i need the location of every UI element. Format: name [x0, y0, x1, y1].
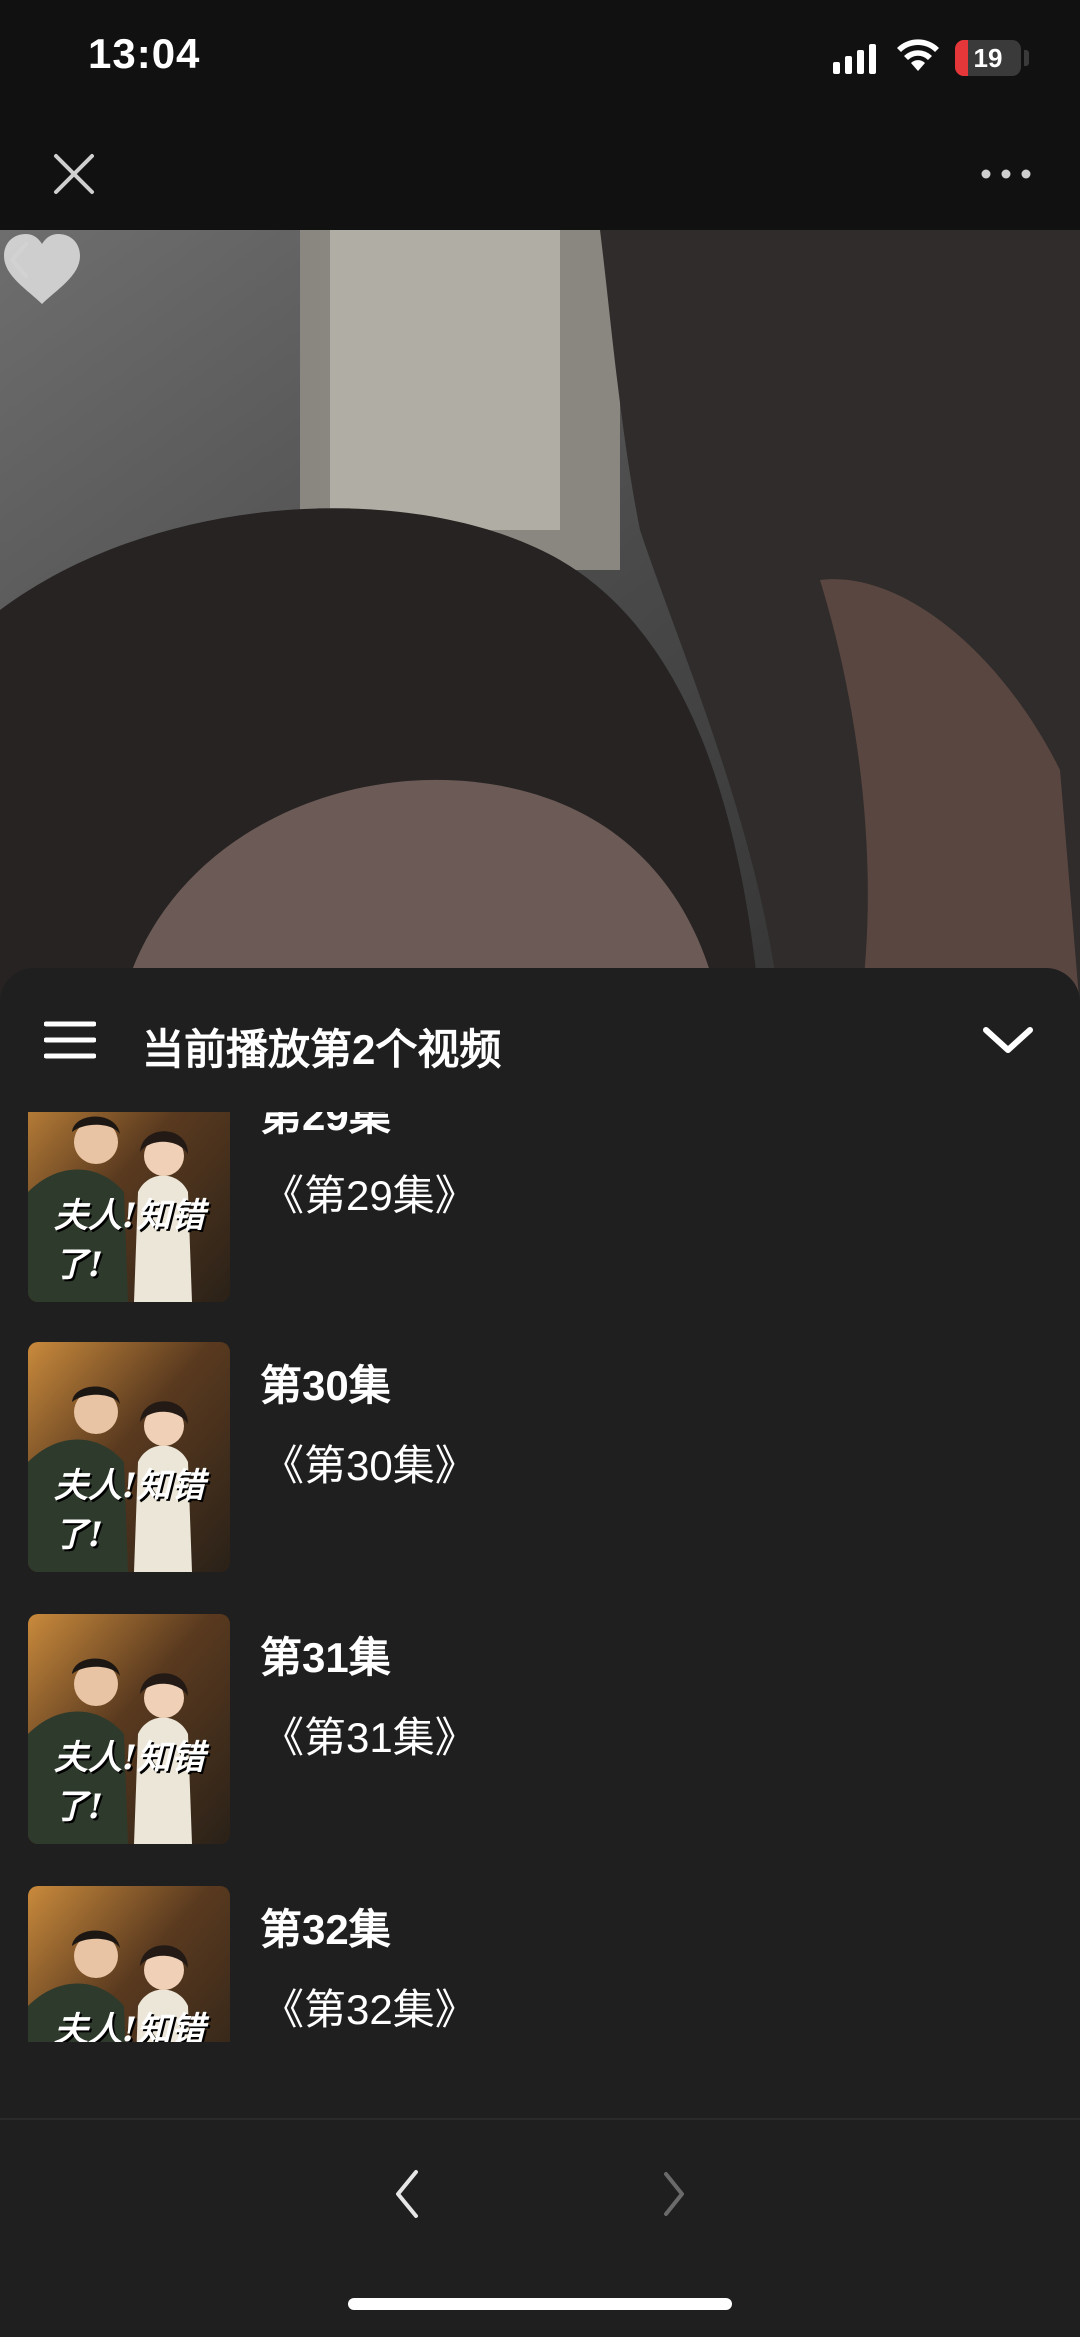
- episode-list[interactable]: 夫人!知错了! 第29集 《第29集》 夫人!知错了! 第30集 《第30集》 …: [0, 1112, 1080, 2042]
- episode-item[interactable]: 夫人!知错了! 第30集 《第30集》: [0, 1342, 1080, 1572]
- signal-icon: [833, 44, 876, 74]
- playlist-title: 当前播放第2个视频: [142, 1026, 502, 1073]
- episode-item[interactable]: 夫人!知错了! 第31集 《第31集》: [0, 1614, 1080, 1844]
- episode-subtitle: 《第32集》: [262, 1986, 477, 2033]
- video-frame: [0, 230, 1080, 1010]
- chevron-down-icon[interactable]: [980, 1022, 1036, 1058]
- episode-title: 第29集: [260, 1112, 391, 1139]
- episode-subtitle: 《第31集》: [262, 1714, 477, 1761]
- battery-level: 19: [973, 43, 1003, 73]
- thumb-caption: 夫人!知错了!: [54, 1738, 205, 1827]
- close-icon[interactable]: [46, 146, 102, 202]
- thumb-caption: 夫人!知错了!: [54, 1196, 205, 1285]
- status-time: 13:04: [88, 30, 201, 77]
- episode-subtitle: 《第29集》: [262, 1172, 477, 1219]
- battery-icon: 19: [955, 40, 1021, 76]
- episode-thumbnail: 夫人!知错了!: [28, 1886, 230, 2042]
- episode-title: 第32集: [260, 1906, 391, 1953]
- home-indicator[interactable]: [348, 2298, 732, 2310]
- episode-thumbnail: 夫人!知错了!: [28, 1112, 230, 1302]
- episode-thumbnail: 夫人!知错了!: [28, 1342, 230, 1572]
- playlist-header: 当前播放第2个视频: [0, 968, 1080, 1078]
- thumb-caption: 夫人!知错了!: [54, 1466, 205, 1555]
- episode-title: 第31集: [260, 1634, 391, 1681]
- battery-tip: [1024, 50, 1029, 66]
- episode-item[interactable]: 夫人!知错了! 第29集 《第29集》: [0, 1112, 1080, 1302]
- chevron-right-icon[interactable]: [654, 2164, 694, 2224]
- episode-title: 第30集: [260, 1362, 391, 1409]
- episode-thumbnail: 夫人!知错了!: [28, 1614, 230, 1844]
- video-player[interactable]: [0, 230, 1080, 1010]
- wifi-icon: [897, 39, 939, 71]
- episode-item[interactable]: 夫人!知错了! 第32集 《第32集》: [0, 1886, 1080, 2042]
- top-nav: [0, 120, 1080, 230]
- menu-icon[interactable]: [44, 1020, 96, 1060]
- playlist-sheet: 当前播放第2个视频 夫人!知错了! 第29集 《第29集》 夫人!知错了! 第3…: [0, 968, 1080, 2337]
- screen: 13:04 19 当前播放第2个视频 夫人!知错了! 第29集 《第29集》 夫…: [0, 0, 1080, 2337]
- status-bar: 13:04 19: [0, 0, 1080, 120]
- more-icon[interactable]: [976, 154, 1036, 194]
- heart-icon[interactable]: [0, 230, 84, 310]
- chevron-left-icon[interactable]: [388, 2164, 428, 2224]
- episode-subtitle: 《第30集》: [262, 1442, 477, 1489]
- thumb-caption: 夫人!知错了!: [54, 2010, 205, 2042]
